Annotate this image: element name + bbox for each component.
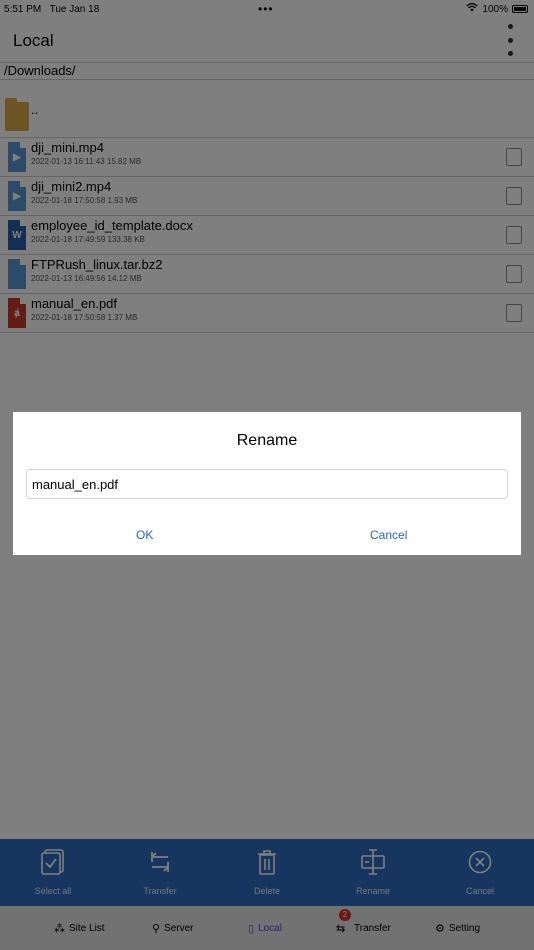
dialog-title: Rename [236,432,298,449]
rename-input[interactable] [26,469,508,499]
ok-button[interactable]: OK [136,528,153,542]
rename-dialog: Rename OK Cancel [13,412,521,555]
cancel-button[interactable]: Cancel [370,528,407,542]
